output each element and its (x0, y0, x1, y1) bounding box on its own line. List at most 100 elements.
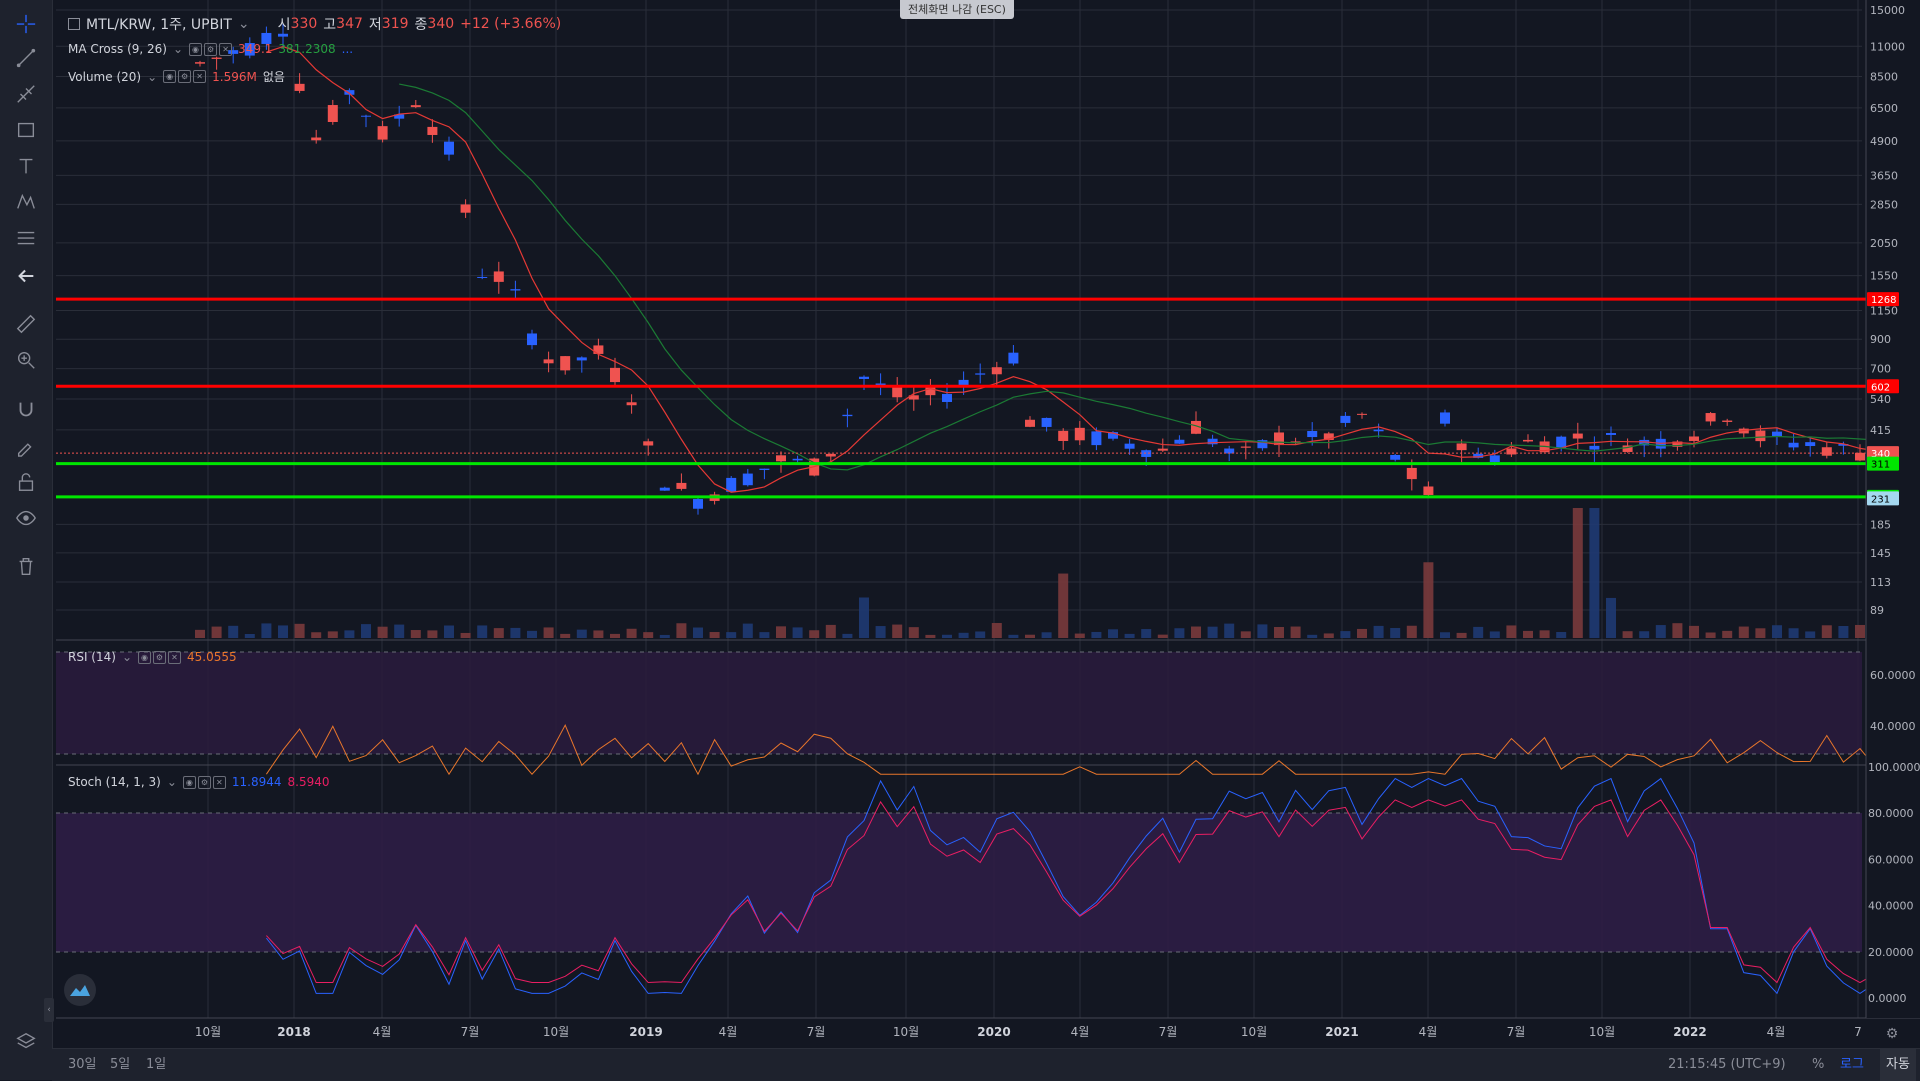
ma-cross-controls[interactable]: ◉ ⚙ ✕ (189, 42, 233, 56)
candle-body (593, 345, 604, 354)
volume-bar (1738, 626, 1749, 638)
volume-bar (1705, 632, 1716, 638)
percent-toggle[interactable]: % (1812, 1049, 1824, 1081)
volume-bar (1772, 625, 1782, 638)
stoch-axis-label: 80.0000 (1868, 807, 1914, 820)
gear-icon[interactable]: ⚙ (197, 775, 211, 789)
chevron-down-icon[interactable]: ⌄ (173, 42, 183, 56)
collapse-legend-icon[interactable] (68, 18, 80, 30)
price-label: 89 (1870, 604, 1884, 617)
volume-bar (444, 625, 454, 638)
symbol-legend: MTL/KRW, 1주, UPBIT ⌄ 시 330 고 347 저 319 종 340 … (68, 14, 561, 34)
gear-icon[interactable]: ⚙ (178, 70, 192, 83)
candle-body (1058, 430, 1069, 441)
eye-icon[interactable]: ◉ (182, 775, 196, 789)
rsi-controls[interactable]: ◉ ⚙ ✕ (138, 650, 182, 664)
candle-body (1506, 448, 1517, 455)
open-label: 시 (277, 17, 291, 33)
collapse-toolbar-button[interactable]: ‹ (44, 998, 54, 1022)
clock[interactable]: 21:15:45 (UTC+9) (1668, 1049, 1786, 1081)
volume-bar (211, 626, 222, 638)
chevron-down-icon[interactable]: ⌄ (122, 650, 132, 664)
volume-bar (742, 623, 753, 638)
volume-bar (1539, 630, 1550, 638)
volume-bar (377, 626, 388, 638)
exit-fullscreen-button[interactable]: 전체화면 나감 (ESC) (900, 0, 1014, 19)
rsi-title[interactable]: RSI (14) (68, 650, 116, 664)
candle-body (1489, 455, 1500, 463)
candle-body (1091, 431, 1102, 446)
candle-body (1855, 452, 1865, 461)
gear-icon[interactable]: ⚙ (153, 650, 167, 664)
stoch-legend[interactable]: Stoch (14, 1, 3) ⌄ ◉ ⚙ ✕ 11.8944 8.5940 (68, 775, 330, 789)
volume-bar (892, 624, 903, 638)
volume-bar (1157, 634, 1168, 638)
volume-bar (1191, 626, 1201, 638)
price-badge-231: 231 (1867, 491, 1899, 506)
stoch-band (56, 813, 1862, 952)
close-icon[interactable]: ✕ (168, 650, 182, 664)
chevron-down-icon[interactable]: ⌄ (167, 775, 177, 789)
candle-body (1805, 442, 1816, 447)
candle-body (759, 468, 770, 471)
volume-bar (1074, 633, 1085, 638)
candle-body (1722, 420, 1733, 422)
close-icon[interactable]: ✕ (212, 775, 226, 789)
volume-bar (709, 632, 720, 638)
range-5d-button[interactable]: 5일 (110, 1049, 130, 1081)
ma-slow-value: 381.2308 (278, 42, 336, 56)
price-label: 700 (1870, 363, 1891, 376)
candle-body (842, 414, 853, 417)
rsi-legend[interactable]: RSI (14) ⌄ ◉ ⚙ ✕ 45.0555 (68, 650, 237, 664)
volume-legend[interactable]: Volume (20) ⌄ ◉ ⚙ ✕ 1.596M 없음 (68, 68, 285, 85)
volume-bar (842, 633, 853, 638)
volume-title[interactable]: Volume (20) (68, 70, 141, 84)
candle-body (825, 453, 836, 457)
log-toggle[interactable]: 로그 (1840, 1049, 1864, 1081)
candle-body (510, 289, 521, 291)
volume-bar (825, 624, 836, 638)
volume-bar (244, 633, 255, 638)
eye-icon[interactable]: ◉ (138, 650, 152, 664)
stoch-title[interactable]: Stoch (14, 1, 3) (68, 775, 161, 789)
high-label: 고 (323, 17, 337, 33)
volume-bar (1838, 625, 1849, 638)
volume-bar (643, 632, 654, 638)
price-label: 113 (1870, 576, 1891, 589)
auto-toggle[interactable]: 자동 (1880, 1049, 1916, 1081)
time-label: 10월 (893, 1025, 919, 1039)
volume-controls[interactable]: ◉ ⚙ ✕ (163, 70, 207, 83)
chart-canvas[interactable]: 15000 11000 8500 6500 4900 3650 2850 2050 1550 11… (0, 0, 1920, 1080)
volume-bar (1423, 562, 1434, 638)
tradingview-logo-icon[interactable] (64, 974, 96, 1006)
volume-bar (676, 623, 687, 638)
close-icon[interactable]: ✕ (219, 42, 233, 56)
candle-body (1772, 431, 1782, 436)
symbol-title[interactable]: MTL/KRW, 1주, UPBIT (86, 14, 232, 34)
gear-icon[interactable]: ⚙ (1886, 1026, 1899, 1042)
candle-body (659, 487, 670, 491)
volume-bar (693, 627, 703, 638)
range-30d-button[interactable]: 30일 (68, 1049, 97, 1081)
stoch-controls[interactable]: ◉ ⚙ ✕ (182, 775, 226, 789)
volume-bar (1506, 625, 1517, 638)
stoch-axis-label: 40.0000 (1868, 900, 1914, 913)
candle-body (1373, 429, 1384, 432)
range-1d-button[interactable]: 1일 (146, 1049, 166, 1081)
volume-bar (1589, 508, 1600, 638)
chevron-down-icon[interactable]: ⌄ (147, 70, 157, 84)
ma-cross-legend[interactable]: MA Cross (9, 26) ⌄ ◉ ⚙ ✕ 349.1 381.2308 ... (68, 42, 353, 56)
close-icon[interactable]: ✕ (193, 70, 207, 83)
volume-bar (361, 624, 371, 638)
volume-bar (576, 629, 587, 638)
gear-icon[interactable]: ⚙ (204, 42, 218, 56)
eye-icon[interactable]: ◉ (189, 42, 203, 56)
eye-icon[interactable]: ◉ (163, 70, 177, 83)
candle-body (1456, 443, 1467, 451)
volume-bar (659, 634, 670, 638)
volume-bar (908, 627, 919, 638)
volume-bars (195, 508, 1915, 638)
ma-cross-title[interactable]: MA Cross (9, 26) (68, 42, 167, 56)
chevron-down-icon[interactable]: ⌄ (238, 16, 250, 32)
candle-body (1008, 352, 1019, 364)
